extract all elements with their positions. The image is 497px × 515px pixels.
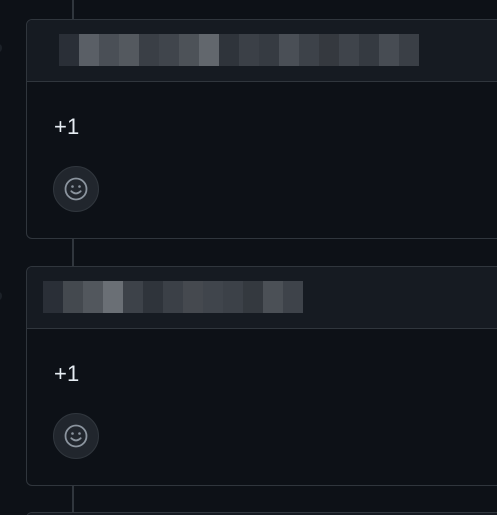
comment-text: +1 bbox=[54, 114, 80, 139]
timeline-marker bbox=[0, 292, 2, 300]
comment-body: +1 bbox=[27, 82, 497, 238]
comment-timeline: +1 +1 bbox=[0, 0, 497, 515]
comment-card: +1 bbox=[26, 19, 497, 239]
redacted-author-info bbox=[43, 281, 303, 313]
comment-body: +1 bbox=[27, 329, 497, 485]
comment-card: +1 bbox=[26, 266, 497, 486]
timeline-marker bbox=[0, 44, 2, 52]
smiley-icon bbox=[64, 424, 88, 448]
comment-text: +1 bbox=[54, 361, 80, 386]
redacted-author-info bbox=[59, 34, 419, 66]
add-reaction-button[interactable] bbox=[53, 413, 99, 459]
comment-header bbox=[27, 267, 497, 329]
add-reaction-button[interactable] bbox=[53, 166, 99, 212]
smiley-icon bbox=[64, 177, 88, 201]
comment-header bbox=[27, 20, 497, 82]
